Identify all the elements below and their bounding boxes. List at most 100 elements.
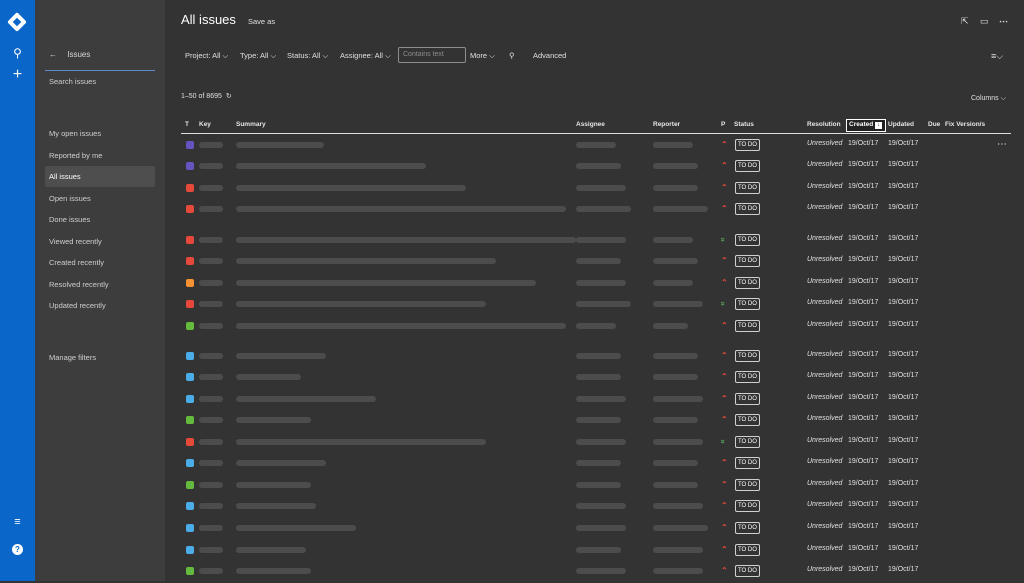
summary-redacted[interactable] (236, 258, 496, 264)
col-header-created[interactable]: Created ↓ (849, 121, 883, 129)
table-row[interactable]: ⌃ TO DO Unresolved 19/Oct/17 19/Oct/17 (165, 453, 1024, 475)
sidebar-item-reported-by-me[interactable]: Reported by me (49, 151, 102, 160)
col-header-due[interactable]: Due (928, 121, 940, 128)
summary-redacted[interactable] (236, 568, 311, 574)
status-badge[interactable]: TO DO (735, 436, 760, 448)
summary-redacted[interactable] (236, 237, 576, 243)
col-header-status[interactable]: Status (734, 121, 754, 128)
status-badge[interactable]: TO DO (735, 371, 760, 383)
status-badge[interactable]: TO DO (735, 139, 760, 151)
summary-redacted[interactable] (236, 353, 326, 359)
assignee-filter[interactable]: Assignee: All ⌵ (340, 51, 391, 61)
search-icon[interactable]: ⚲ (0, 46, 35, 60)
col-header-type[interactable]: T (185, 121, 189, 128)
status-badge[interactable]: TO DO (735, 298, 760, 310)
key-redacted[interactable] (199, 237, 223, 243)
status-badge[interactable]: TO DO (735, 522, 760, 534)
col-header-fix-version[interactable]: Fix Version/s (945, 121, 985, 128)
status-badge[interactable]: TO DO (735, 182, 760, 194)
table-row[interactable]: ⌃ TO DO Unresolved 19/Oct/17 19/Oct/17 (165, 346, 1024, 368)
sidebar-item-search-issues[interactable]: Search issues (49, 77, 96, 86)
summary-redacted[interactable] (236, 323, 566, 329)
status-badge[interactable]: TO DO (735, 565, 760, 577)
status-badge[interactable]: TO DO (735, 277, 760, 289)
row-actions-icon[interactable]: ⋯ (997, 139, 1007, 150)
col-header-key[interactable]: Key (199, 121, 211, 128)
summary-redacted[interactable] (236, 163, 426, 169)
key-redacted[interactable] (199, 280, 223, 286)
sidebar-item-open-issues[interactable]: Open issues (49, 194, 91, 203)
sidebar-item-created-recently[interactable]: Created recently (49, 258, 104, 267)
key-redacted[interactable] (199, 353, 223, 359)
key-redacted[interactable] (199, 482, 223, 488)
key-redacted[interactable] (199, 185, 223, 191)
sidebar-item-done-issues[interactable]: Done issues (49, 215, 90, 224)
table-row[interactable]: ⌃ TO DO Unresolved 19/Oct/17 19/Oct/17 (165, 273, 1024, 295)
summary-redacted[interactable] (236, 374, 301, 380)
status-badge[interactable]: TO DO (735, 160, 760, 172)
status-badge[interactable]: TO DO (735, 457, 760, 469)
summary-redacted[interactable] (236, 301, 486, 307)
columns-button[interactable]: Columns ⌵ (971, 95, 1006, 103)
key-redacted[interactable] (199, 568, 223, 574)
status-badge[interactable]: TO DO (735, 544, 760, 556)
status-filter[interactable]: Status: All ⌵ (287, 51, 328, 61)
type-filter[interactable]: Type: All ⌵ (240, 51, 276, 61)
col-header-priority[interactable]: P (721, 121, 725, 128)
key-redacted[interactable] (199, 374, 223, 380)
more-options-icon[interactable]: ⋯ (999, 16, 1008, 27)
table-row[interactable]: ⌃ TO DO Unresolved 19/Oct/17 19/Oct/17 (165, 251, 1024, 273)
summary-redacted[interactable] (236, 206, 566, 212)
status-badge[interactable]: TO DO (735, 320, 760, 332)
plus-icon[interactable]: + (0, 66, 35, 84)
status-badge[interactable]: TO DO (735, 350, 760, 362)
save-as-button[interactable]: Save as (248, 17, 275, 26)
col-header-assignee[interactable]: Assignee (576, 121, 605, 128)
advanced-link[interactable]: Advanced (533, 51, 566, 60)
key-redacted[interactable] (199, 323, 223, 329)
status-badge[interactable]: TO DO (735, 500, 760, 512)
key-redacted[interactable] (199, 525, 223, 531)
table-row[interactable]: ⌃ TO DO Unresolved 19/Oct/17 19/Oct/17 (165, 389, 1024, 411)
sidebar-item-updated-recently[interactable]: Updated recently (49, 301, 106, 310)
summary-redacted[interactable] (236, 142, 324, 148)
table-row[interactable]: ⌃ TO DO Unresolved 19/Oct/17 19/Oct/17 (165, 199, 1024, 221)
status-badge[interactable]: TO DO (735, 255, 760, 267)
col-header-summary[interactable]: Summary (236, 121, 266, 128)
table-row[interactable]: ⌃ TO DO Unresolved 19/Oct/17 19/Oct/17 (165, 496, 1024, 518)
more-filter[interactable]: More ⌵ (470, 51, 495, 61)
table-row[interactable]: ⌃ TO DO Unresolved 19/Oct/17 19/Oct/17 (165, 156, 1024, 178)
key-redacted[interactable] (199, 396, 223, 402)
search-icon[interactable]: ⚲ (509, 51, 515, 60)
col-header-resolution[interactable]: Resolution (807, 121, 841, 128)
sidebar-item-resolved-recently[interactable]: Resolved recently (49, 280, 109, 289)
menu-icon[interactable]: ≡ (0, 516, 35, 528)
summary-redacted[interactable] (236, 525, 356, 531)
back-to-issues[interactable]: ← Issues (49, 50, 90, 59)
table-row[interactable]: ⌃ TO DO Unresolved 19/Oct/17 19/Oct/17 ⋯ (165, 135, 1024, 157)
summary-redacted[interactable] (236, 482, 311, 488)
key-redacted[interactable] (199, 503, 223, 509)
table-row[interactable]: ⌃ TO DO Unresolved 19/Oct/17 19/Oct/17 (165, 410, 1024, 432)
table-row[interactable]: ⌃ TO DO Unresolved 19/Oct/17 19/Oct/17 (165, 316, 1024, 338)
list-view-icon[interactable]: ≡⌵ (991, 51, 1003, 62)
col-header-updated[interactable]: Updated (888, 121, 914, 128)
status-badge[interactable]: TO DO (735, 393, 760, 405)
status-badge[interactable]: TO DO (735, 414, 760, 426)
key-redacted[interactable] (199, 460, 223, 466)
key-redacted[interactable] (199, 417, 223, 423)
key-redacted[interactable] (199, 301, 223, 307)
share-icon[interactable]: ⇱ (961, 16, 969, 27)
table-row[interactable]: ⌃ TO DO Unresolved 19/Oct/17 19/Oct/17 (165, 367, 1024, 389)
col-header-reporter[interactable]: Reporter (653, 121, 680, 128)
key-redacted[interactable] (199, 439, 223, 445)
table-row[interactable]: ⌃ TO DO Unresolved 19/Oct/17 19/Oct/17 (165, 475, 1024, 497)
key-redacted[interactable] (199, 163, 223, 169)
status-badge[interactable]: TO DO (735, 203, 760, 215)
table-row[interactable]: » TO DO Unresolved 19/Oct/17 19/Oct/17 (165, 432, 1024, 454)
status-badge[interactable]: TO DO (735, 479, 760, 491)
help-icon[interactable]: ? (0, 539, 35, 557)
key-redacted[interactable] (199, 206, 223, 212)
refresh-icon[interactable]: ↻ (226, 93, 232, 100)
status-badge[interactable]: TO DO (735, 234, 760, 246)
